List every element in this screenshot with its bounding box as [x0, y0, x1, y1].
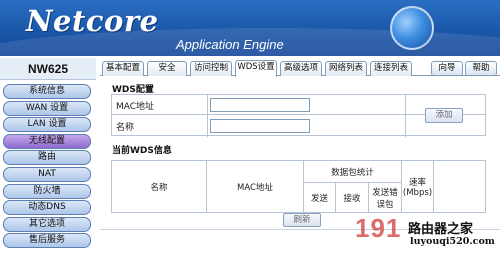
refresh-button[interactable]: 刷新	[283, 213, 321, 227]
mac-label: MAC地址	[116, 102, 155, 112]
sidebar-item-system-info[interactable]: 系统信息	[3, 84, 91, 99]
watermark-number: 191	[355, 213, 402, 243]
column-receive: 接收	[335, 182, 369, 213]
mac-address-input[interactable]	[210, 98, 310, 112]
tab-access-control[interactable]: 访问控制	[190, 61, 232, 76]
header-subtitle: Application Engine	[176, 37, 284, 52]
tab-wds-settings[interactable]: WDS设置	[235, 60, 277, 77]
sidebar-item-wan[interactable]: WAN 设置	[3, 100, 91, 116]
brand-logo: Netcore	[26, 4, 159, 38]
sidebar-item-firewall[interactable]: 防火墙	[3, 183, 91, 199]
sidebar-item-ddns[interactable]: 动态DNS	[3, 200, 91, 216]
sidebar-item-nat[interactable]: NAT	[3, 166, 91, 182]
sidebar-item-wireless[interactable]: 无线配置	[3, 133, 91, 149]
model-name: NW625	[0, 58, 96, 80]
sidebar-menu: 系统信息 WAN 设置 LAN 设置 无线配置 路由 NAT 防火墙 动态DNS…	[3, 84, 95, 250]
watermark-site-url: luyouqi520.com	[410, 236, 495, 247]
wds-info-title: 当前WDS信息	[112, 146, 172, 156]
column-send: 发送	[303, 182, 336, 213]
tab-network-list[interactable]: 网络列表	[325, 61, 367, 76]
column-send-error: 发送错误包	[368, 182, 402, 213]
tab-connection-list[interactable]: 连接列表	[370, 61, 412, 76]
watermark-site-name: 路由器之家	[408, 222, 474, 237]
tab-security[interactable]: 安全	[147, 61, 187, 76]
column-packet-stats: 数据包统计	[303, 160, 402, 183]
sidebar-item-routing[interactable]: 路由	[3, 150, 91, 166]
wds-info-table: 名称 MAC地址 数据包统计 速率(Mbps) 发送 接收 发送错误包	[111, 160, 486, 213]
tab-advanced[interactable]: 高级选项	[280, 61, 322, 76]
tab-basic-config[interactable]: 基本配置	[102, 61, 144, 76]
help-button[interactable]: 帮助	[465, 61, 497, 76]
name-label: 名称	[116, 123, 135, 133]
name-input[interactable]	[210, 119, 310, 133]
header-banner: Netcore Application Engine	[0, 0, 500, 56]
wizard-button[interactable]: 向导	[431, 61, 463, 76]
sidebar-item-after-sales[interactable]: 售后服务	[3, 233, 91, 249]
column-rate: 速率(Mbps)	[401, 160, 434, 213]
add-button[interactable]: 添加	[425, 108, 463, 123]
column-blank	[433, 160, 486, 213]
sidebar-item-lan[interactable]: LAN 设置	[3, 117, 91, 133]
sidebar-item-other-options[interactable]: 其它选项	[3, 216, 91, 232]
column-name: 名称	[111, 160, 207, 213]
tab-bar: 基本配置 安全 访问控制 WDS设置 高级选项 网络列表 连接列表 向导 帮助	[100, 60, 500, 77]
globe-icon	[390, 6, 434, 50]
column-mac: MAC地址	[206, 160, 304, 213]
wds-config-form: MAC地址 名称 添加	[111, 94, 486, 137]
